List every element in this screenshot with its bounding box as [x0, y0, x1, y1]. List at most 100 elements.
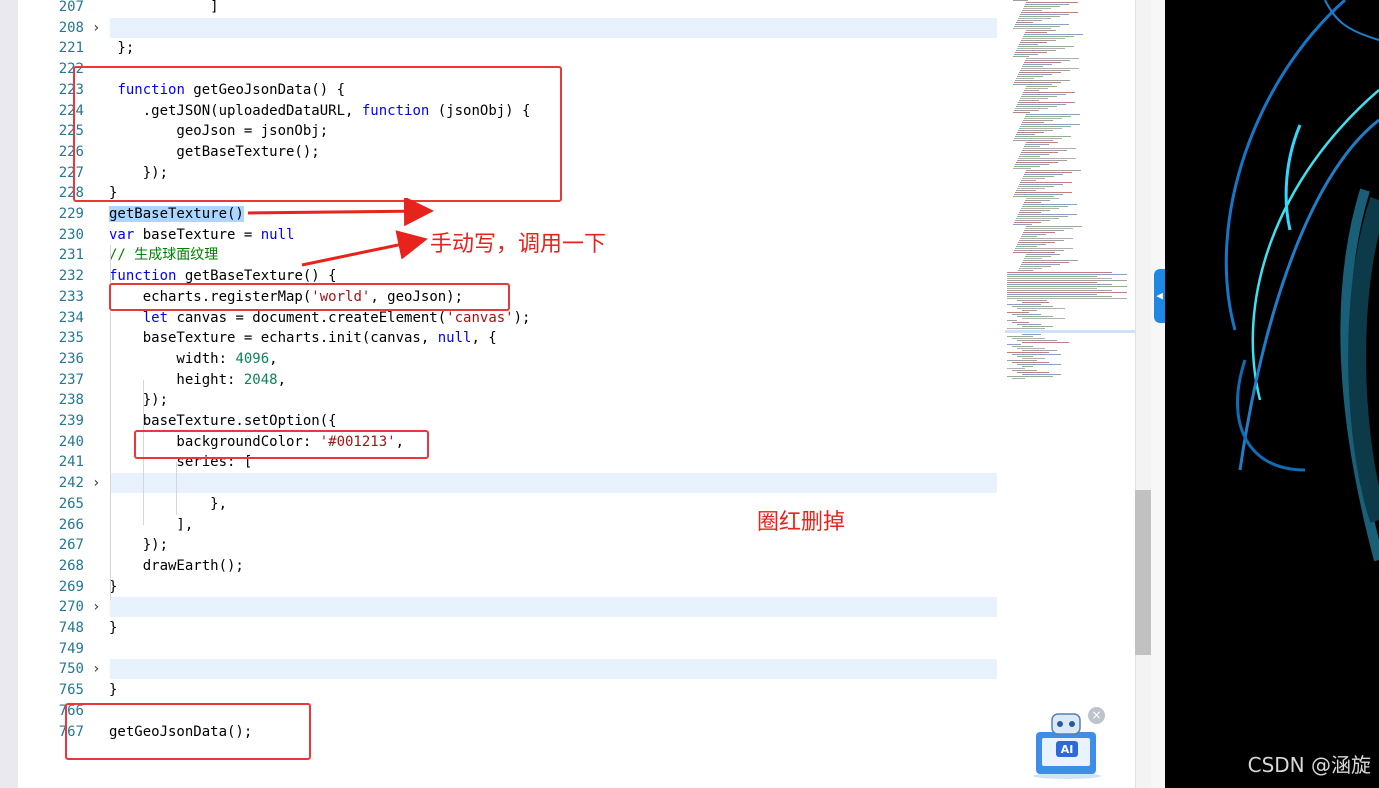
- minimap-line: [1007, 276, 1097, 277]
- minimap-line: [1023, 64, 1052, 65]
- code-line[interactable]: height: 2048,: [109, 370, 286, 390]
- minimap-line: [1022, 150, 1067, 151]
- minimap[interactable]: [1005, 0, 1135, 400]
- indent-guide: [176, 462, 177, 515]
- vertical-scrollbar[interactable]: [1135, 0, 1152, 788]
- minimap-line: [1020, 210, 1050, 211]
- fold-chevron-icon[interactable]: ›: [92, 473, 104, 493]
- line-number: 236: [58, 350, 84, 367]
- minimap-line: [1017, 76, 1043, 77]
- minimap-line: [1026, 198, 1059, 199]
- minimap-line: [1021, 124, 1080, 125]
- minimap-line: [1023, 8, 1051, 9]
- code-line[interactable]: }: [109, 618, 117, 638]
- line-number: 750: [58, 661, 84, 678]
- code-line[interactable]: ]: [109, 0, 218, 17]
- collapse-panel-button[interactable]: ◀: [1154, 269, 1165, 323]
- minimap-line: [1020, 238, 1073, 239]
- minimap-line: [1013, 168, 1031, 169]
- code-line[interactable]: width: 4096,: [109, 349, 277, 369]
- line-number: 232: [58, 268, 84, 285]
- minimap-line: [1025, 116, 1071, 117]
- minimap-line: [1014, 194, 1063, 195]
- code-line[interactable]: getBaseTexture(): [109, 204, 244, 224]
- fold-chevron-icon[interactable]: ›: [92, 18, 104, 38]
- minimap-line: [1023, 36, 1074, 37]
- minimap-line: [1018, 242, 1055, 243]
- minimap-line: [1017, 48, 1065, 49]
- minimap-line: [1022, 178, 1045, 179]
- minimap-line: [1022, 38, 1065, 39]
- code-line[interactable]: };: [109, 38, 134, 58]
- minimap-line: [1007, 274, 1127, 275]
- minimap-line: [1018, 130, 1053, 131]
- line-number: 230: [58, 226, 84, 243]
- code-line[interactable]: // 生成球面纹理: [109, 245, 218, 265]
- minimap-line: [1013, 140, 1053, 141]
- line-number: 266: [58, 516, 84, 533]
- minimap-line: [1013, 28, 1051, 29]
- line-number: 268: [58, 557, 84, 574]
- code-line[interactable]: ],: [109, 515, 193, 535]
- red-box-background-color: [134, 430, 429, 459]
- minimap-line: [1017, 188, 1045, 189]
- scrollbar-thumb[interactable]: [1135, 490, 1151, 655]
- code-line[interactable]: });: [109, 535, 168, 555]
- minimap-line: [1012, 370, 1037, 371]
- minimap-line: [1014, 166, 1040, 167]
- minimap-line: [1007, 312, 1029, 313]
- minimap-line: [1012, 354, 1061, 355]
- earth-preview-panel: CSDN @涵旋: [1165, 0, 1379, 788]
- code-line[interactable]: baseTexture = echarts.init(canvas, null,…: [109, 328, 497, 348]
- minimap-line: [1007, 344, 1021, 345]
- line-number: 749: [58, 640, 84, 657]
- ai-close-icon[interactable]: ×: [1088, 707, 1105, 724]
- line-number: 231: [58, 247, 84, 264]
- minimap-line: [1022, 366, 1033, 367]
- minimap-line: [1021, 40, 1056, 41]
- minimap-line: [1013, 252, 1055, 253]
- line-number: 208: [58, 19, 84, 36]
- minimap-line: [1007, 376, 1053, 377]
- code-line[interactable]: drawEarth();: [109, 556, 244, 576]
- line-number: 235: [58, 330, 84, 347]
- minimap-line: [1017, 356, 1033, 357]
- fold-chevron-icon[interactable]: ›: [92, 659, 104, 679]
- pane-divider[interactable]: [1151, 0, 1165, 788]
- minimap-line: [1016, 22, 1033, 23]
- minimap-line: [1020, 182, 1072, 183]
- minimap-line: [1007, 296, 1112, 297]
- minimap-line: [1007, 352, 1049, 353]
- red-arrows: [247, 198, 434, 267]
- minimap-line: [1007, 360, 1037, 361]
- red-box-get-geojson-call: [65, 703, 311, 760]
- line-number: 207: [58, 0, 84, 15]
- minimap-line: [1016, 134, 1035, 135]
- red-box-register-map: [109, 283, 510, 311]
- minimap-line: [1024, 202, 1041, 203]
- code-line[interactable]: }: [109, 680, 117, 700]
- minimap-line: [1020, 266, 1051, 267]
- minimap-line: [1019, 184, 1063, 185]
- minimap-viewport[interactable]: [1005, 330, 1135, 333]
- minimap-line: [1018, 158, 1076, 159]
- minimap-line: [1018, 186, 1054, 187]
- fold-chevron-icon[interactable]: ›: [92, 597, 104, 617]
- arrow-to-call: [247, 198, 434, 227]
- minimap-line: [1015, 24, 1069, 25]
- code-line[interactable]: },: [109, 494, 227, 514]
- minimap-line: [1022, 310, 1037, 311]
- code-line[interactable]: });: [109, 390, 168, 410]
- line-number: 765: [58, 682, 84, 699]
- minimap-line: [1018, 74, 1052, 75]
- minimap-line: [1019, 212, 1041, 213]
- minimap-line: [1019, 44, 1038, 45]
- minimap-line: [1026, 142, 1058, 143]
- minimap-line: [1020, 70, 1070, 71]
- minimap-line: [1022, 358, 1045, 359]
- minimap-line: [1021, 152, 1058, 153]
- minimap-line: [1021, 236, 1037, 237]
- minimap-line: [1016, 50, 1056, 51]
- minimap-line: [1007, 368, 1025, 369]
- minimap-line: [1014, 222, 1041, 223]
